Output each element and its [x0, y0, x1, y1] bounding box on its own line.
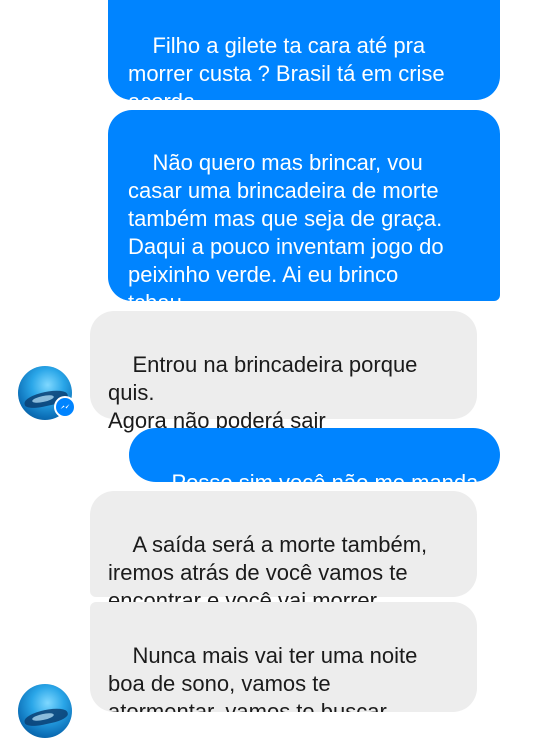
contact-avatar[interactable]	[18, 684, 72, 738]
received-message-bubble[interactable]: A saída será a morte também, iremos atrá…	[90, 491, 477, 613]
sent-message-bubble[interactable]: Posso sim você não me manda	[129, 428, 500, 495]
message-text: A saída será a morte também, iremos atrá…	[108, 532, 428, 613]
contact-avatar[interactable]	[18, 366, 76, 420]
message-text: Filho a gilete ta cara até pra morrer cu…	[128, 33, 445, 114]
message-thread[interactable]: Filho a gilete ta cara até pra morrer cu…	[0, 0, 540, 738]
whale-photo-avatar-icon	[18, 684, 72, 738]
sent-message-bubble[interactable]: Não quero mas brincar, vou casar uma bri…	[108, 110, 500, 315]
received-message-bubble[interactable]: Entrou na brincadeira porque quis. Agora…	[90, 311, 477, 433]
messenger-icon	[54, 396, 76, 418]
message-text: Nunca mais vai ter uma noite boa de sono…	[108, 643, 418, 712]
sent-message-bubble[interactable]: Filho a gilete ta cara até pra morrer cu…	[108, 0, 500, 114]
message-text: Não quero mas brincar, vou casar uma bri…	[128, 150, 444, 315]
message-text: Entrou na brincadeira porque quis. Agora…	[108, 352, 418, 433]
received-message-bubble[interactable]: Nunca mais vai ter uma noite boa de sono…	[90, 602, 477, 712]
